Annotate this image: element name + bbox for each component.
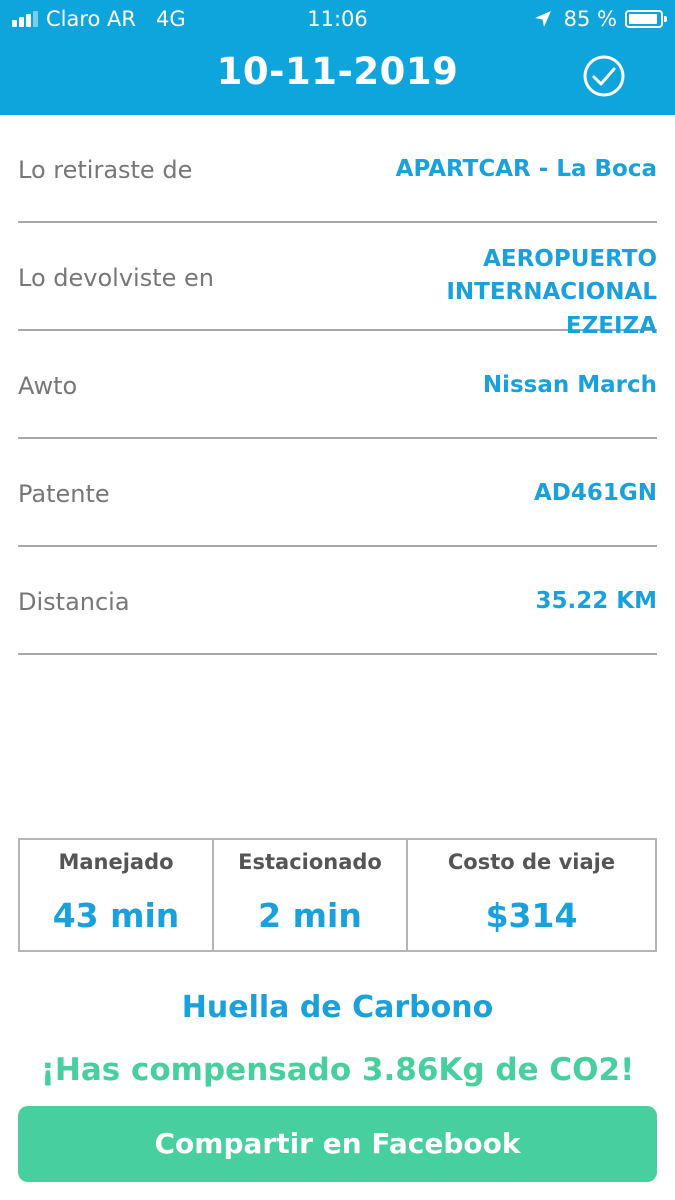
detail-row-pickup: Lo retiraste de APARTCAR - La Boca [18, 115, 657, 223]
check-circle-icon[interactable] [582, 54, 626, 98]
detail-label: Lo retiraste de [18, 156, 193, 184]
detail-value: APARTCAR - La Boca [395, 156, 657, 182]
detail-label: Awto [18, 372, 78, 400]
detail-label: Patente [18, 480, 110, 508]
carbon-message: ¡Has compensado 3.86Kg de CO2! [40, 1052, 635, 1088]
status-bar: Claro AR 4G 11:06 85 % [0, 0, 675, 36]
stat-value: 2 min [258, 896, 362, 935]
status-right: 85 % [534, 7, 667, 31]
detail-value: 35.22 KM [535, 588, 657, 614]
trip-stats: Manejado 43 min Estacionado 2 min Costo … [18, 838, 657, 952]
stat-label: Estacionado [238, 850, 382, 874]
detail-row-plate: Patente AD461GN [18, 439, 657, 547]
battery-percent: 85 % [563, 7, 617, 31]
stat-label: Manejado [58, 850, 174, 874]
detail-row-return: Lo devolviste en AEROPUERTO INTERNACIONA… [18, 223, 657, 339]
detail-row-car: Awto Nissan March [18, 331, 657, 439]
battery-icon [625, 10, 667, 28]
stat-parked: Estacionado 2 min [214, 840, 408, 950]
page-title: 10-11-2019 [216, 50, 459, 93]
detail-value: AD461GN [533, 480, 657, 506]
app-header: Claro AR 4G 11:06 85 % 10-11-2019 [0, 0, 675, 115]
detail-value: AEROPUERTO INTERNACIONAL EZEIZA [446, 246, 657, 339]
stat-driven: Manejado 43 min [20, 840, 214, 950]
stat-cost: Costo de viaje $314 [408, 840, 655, 950]
stat-value: 43 min [52, 896, 180, 935]
detail-value: Nissan March [482, 372, 657, 398]
stat-label: Costo de viaje [447, 850, 616, 874]
detail-row-distance: Distancia 35.22 KM [18, 547, 657, 655]
share-facebook-button[interactable]: Compartir en Facebook [18, 1106, 657, 1182]
detail-label: Lo devolviste en [18, 264, 214, 292]
location-arrow-icon [534, 11, 551, 27]
stat-value: $314 [485, 896, 578, 935]
carbon-footprint-title: Huella de Carbono [181, 990, 494, 1025]
detail-label: Distancia [18, 588, 130, 616]
